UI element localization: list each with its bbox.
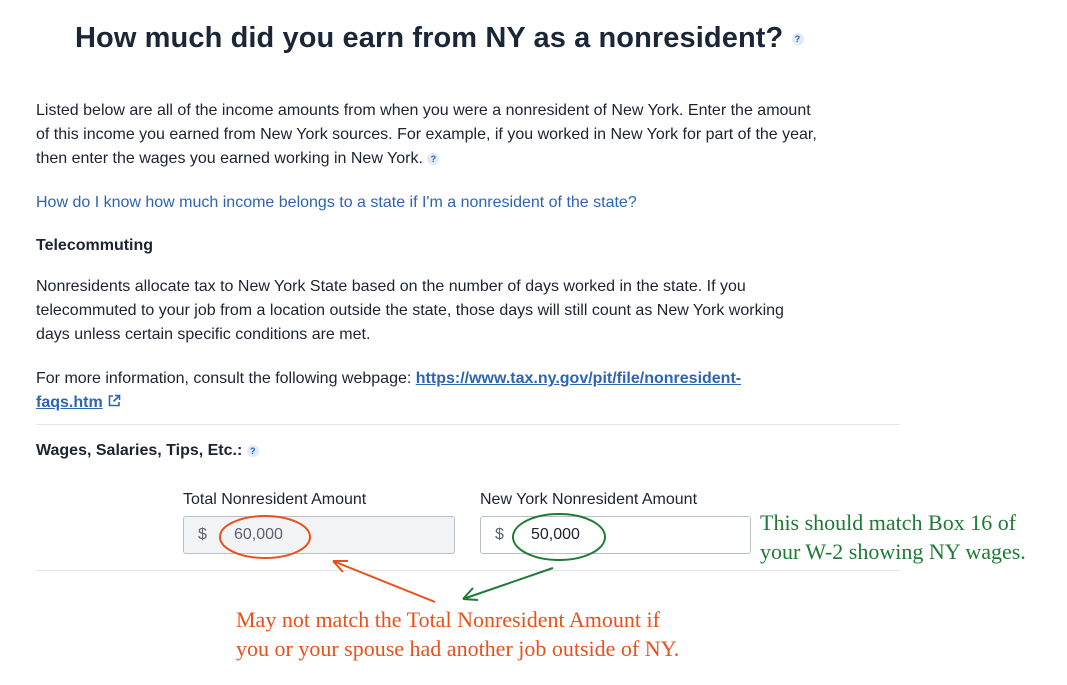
total-nonresident-input <box>220 517 450 553</box>
orange-arrow <box>332 560 436 603</box>
help-link-wrap: How do I know how much income belongs to… <box>36 191 637 215</box>
page-title: How much did you earn from NY as a nonre… <box>75 22 804 55</box>
telecommuting-line: days unless certain specific conditions … <box>36 326 371 343</box>
ny-nonresident-label: New York Nonresident Amount <box>480 491 698 508</box>
telecommuting-line: telecommuted to your job from a location… <box>36 302 784 319</box>
annotation-mismatch: May not match the Total Nonresident Amou… <box>236 607 680 661</box>
total-nonresident-field: $ <box>183 516 455 554</box>
section-divider <box>36 424 900 425</box>
help-icon[interactable]: ? <box>791 33 804 46</box>
ny-nonresident-field[interactable]: $ <box>480 516 751 554</box>
green-arrow <box>462 567 554 600</box>
intro-line: then enter the wages you earned working … <box>36 147 817 171</box>
external-link-icon <box>107 392 121 416</box>
telecommuting-heading: Telecommuting <box>36 237 154 254</box>
telecommuting-text: Nonresidents allocate tax to New York St… <box>36 275 784 347</box>
help-icon[interactable]: ? <box>246 444 259 457</box>
total-nonresident-label: Total Nonresident Amount <box>183 491 367 508</box>
intro-line: Listed below are all of the income amoun… <box>36 102 811 119</box>
currency-prefix: $ <box>198 526 207 543</box>
nonresident-faq-link-cont[interactable]: faqs.htm <box>36 394 103 411</box>
currency-prefix: $ <box>495 526 504 543</box>
annotation-box16: This should match Box 16 of your W-2 sho… <box>760 510 1026 564</box>
intro-text: Listed below are all of the income amoun… <box>36 99 817 171</box>
section-divider <box>36 570 900 571</box>
green-arrowhead <box>462 587 479 601</box>
income-allocation-help-link[interactable]: How do I know how much income belongs to… <box>36 191 637 215</box>
intro-line: of this income you earned from New York … <box>36 126 817 143</box>
wages-heading: Wages, Salaries, Tips, Etc.: ? <box>36 442 259 460</box>
nonresident-faq-link[interactable]: https://www.tax.ny.gov/pit/file/nonresid… <box>416 370 741 387</box>
more-info-text: For more information, consult the follow… <box>36 367 741 416</box>
more-info-prefix: For more information, consult the follow… <box>36 370 412 387</box>
help-icon[interactable]: ? <box>427 152 440 165</box>
telecommuting-line: Nonresidents allocate tax to New York St… <box>36 278 746 295</box>
ny-nonresident-input[interactable] <box>517 517 747 553</box>
